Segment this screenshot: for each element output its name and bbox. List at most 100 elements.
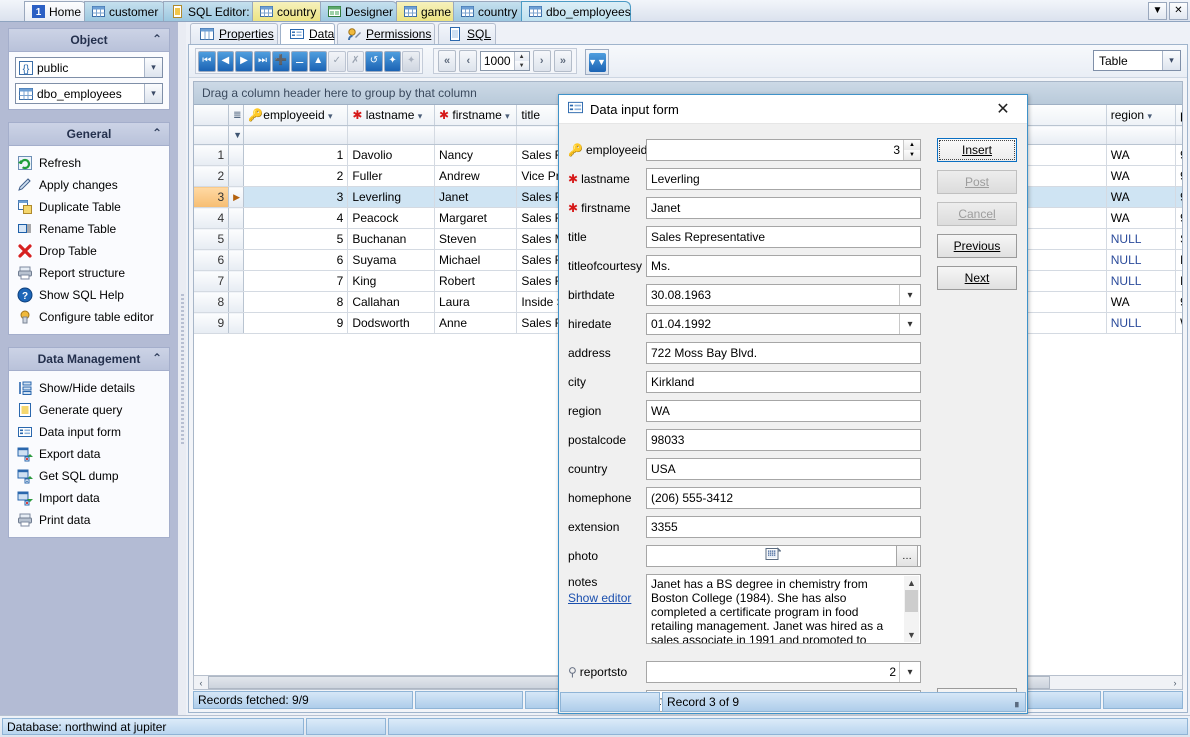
row-limit-input[interactable]: 1000 ▲▼	[480, 51, 529, 71]
input-postalcode[interactable]: 98033	[646, 429, 921, 451]
tab-properties[interactable]: Properties	[190, 23, 278, 44]
input-country[interactable]: USA	[646, 458, 921, 480]
cell-region[interactable]: WA	[1106, 208, 1175, 229]
resize-grip[interactable]: ▖	[1015, 697, 1025, 708]
data-input-form-dialog[interactable]: Data input form ✕ 🔑employeeid 3 ▲▼ ✱last…	[558, 94, 1028, 714]
input-photo[interactable]: …	[646, 545, 921, 567]
filter-lastname[interactable]	[348, 126, 435, 145]
cell-firstname[interactable]: Robert	[434, 271, 516, 292]
chevron-down-icon[interactable]: ▾	[1147, 111, 1152, 121]
filter-postalcode[interactable]	[1176, 126, 1183, 145]
cell-employeeid[interactable]: 1	[244, 145, 348, 166]
filter-region[interactable]	[1106, 126, 1175, 145]
input-firstname[interactable]: Janet	[646, 197, 921, 219]
input-employeeid[interactable]: 3 ▲▼	[646, 139, 921, 161]
column-header-postalcode[interactable]: postalcode ▾	[1176, 105, 1183, 126]
cell-lastname[interactable]: King	[348, 271, 435, 292]
cell-employeeid[interactable]: 8	[244, 292, 348, 313]
tab-customer[interactable]: customer	[84, 1, 166, 21]
page-last-button[interactable]: »	[554, 50, 572, 72]
cell-region[interactable]: WA	[1106, 187, 1175, 208]
input-title[interactable]: Sales Representative	[646, 226, 921, 248]
cell-firstname[interactable]: Janet	[434, 187, 516, 208]
tab-list-dropdown-button[interactable]: ▼	[1148, 2, 1167, 20]
input-homephone[interactable]: (206) 555-3412	[646, 487, 921, 509]
cell-firstname[interactable]: Nancy	[434, 145, 516, 166]
input-city[interactable]: Kirkland	[646, 371, 921, 393]
cell-lastname[interactable]: Leverling	[348, 187, 435, 208]
cell-postalcode[interactable]: SW1 8JR	[1176, 229, 1183, 250]
splitter-grip[interactable]	[181, 294, 184, 444]
cell-firstname[interactable]: Anne	[434, 313, 516, 334]
input-address[interactable]: 722 Moss Bay Blvd.	[646, 342, 921, 364]
sidebar-item-report-structure[interactable]: Report structure	[15, 262, 163, 284]
sidebar-item-show-hide-details[interactable]: Show/Hide details	[15, 377, 163, 399]
tab-sql-editor[interactable]: SQL Editor: ...	[163, 1, 263, 21]
sidebar-item-generate-query[interactable]: Generate query	[15, 399, 163, 421]
cell-lastname[interactable]: Davolio	[348, 145, 435, 166]
scroll-left-button[interactable]: ‹	[194, 676, 208, 689]
chevron-down-icon[interactable]: ▾	[899, 285, 920, 305]
input-reportsto[interactable]: 2 ▾	[646, 661, 921, 683]
chevron-down-icon[interactable]: ▾	[505, 111, 510, 121]
cell-lastname[interactable]: Peacock	[348, 208, 435, 229]
tab-dbo-employees[interactable]: dbo_employees	[521, 1, 631, 21]
general-panel-header[interactable]: General ⌃	[8, 122, 170, 145]
input-notes[interactable]: Janet has a BS degree in chemistry from …	[646, 574, 921, 644]
input-lastname[interactable]: Leverling	[646, 168, 921, 190]
prior-record-button[interactable]: ◀	[217, 51, 235, 72]
cell-lastname[interactable]: Suyama	[348, 250, 435, 271]
sidebar-item-show-sql-help[interactable]: ? Show SQL Help	[15, 284, 163, 306]
sidebar-item-duplicate-table[interactable]: Duplicate Table	[15, 196, 163, 218]
cell-postalcode[interactable]: 98401	[1176, 166, 1183, 187]
notes-scrollbar[interactable]: ▲ ▼	[904, 576, 919, 642]
filter-icon[interactable]: ▼	[229, 126, 244, 145]
cell-lastname[interactable]: Callahan	[348, 292, 435, 313]
sidebar-item-print-data[interactable]: Print data	[15, 509, 163, 531]
view-mode-combo[interactable]: Table ▾	[1093, 50, 1181, 71]
cell-lastname[interactable]: Dodsworth	[348, 313, 435, 334]
cell-employeeid[interactable]: 7	[244, 271, 348, 292]
dialog-close-button[interactable]: ✕	[983, 96, 1023, 122]
photo-browse-button[interactable]: …	[896, 545, 918, 567]
input-birthdate[interactable]: 30.08.1963 ▾	[646, 284, 921, 306]
column-header-lastname[interactable]: ✱ lastname ▾	[348, 105, 435, 126]
dialog-title-bar[interactable]: Data input form ✕	[559, 95, 1027, 124]
sidebar-item-configure-table-editor[interactable]: Configure table editor	[15, 306, 163, 328]
filter-firstname[interactable]	[434, 126, 516, 145]
next-button[interactable]: Next	[937, 266, 1017, 290]
cell-employeeid[interactable]: 6	[244, 250, 348, 271]
cell-region[interactable]: NULL	[1106, 229, 1175, 250]
cell-employeeid[interactable]: 4	[244, 208, 348, 229]
chevron-down-icon[interactable]: ▾	[328, 111, 333, 121]
sidebar-item-import-data[interactable]: Import data	[15, 487, 163, 509]
column-header-region[interactable]: region ▾	[1106, 105, 1175, 126]
data-management-panel-header[interactable]: Data Management ⌃	[8, 347, 170, 370]
tab-data[interactable]: Data	[280, 23, 335, 44]
edit-record-button[interactable]: ▲	[309, 51, 327, 72]
collapse-icon[interactable]: ⌃	[152, 126, 162, 140]
input-hiredate[interactable]: 01.04.1992 ▾	[646, 313, 921, 335]
column-header-employeeid[interactable]: 🔑employeeid ▾	[244, 105, 348, 126]
scroll-down-icon[interactable]: ▼	[907, 628, 916, 642]
cell-region[interactable]: WA	[1106, 292, 1175, 313]
sidebar-item-refresh[interactable]: Refresh	[15, 152, 163, 174]
table-combo[interactable]: dbo_employees ▾	[15, 83, 163, 104]
cell-firstname[interactable]: Laura	[434, 292, 516, 313]
previous-button[interactable]: Previous	[937, 234, 1017, 258]
row-limit-spinner[interactable]: ▲▼	[514, 52, 529, 70]
sidebar-item-get-sql-dump[interactable]: Get SQL dump	[15, 465, 163, 487]
fetch-all-button[interactable]: ▼▼	[585, 49, 609, 75]
cell-region[interactable]: NULL	[1106, 313, 1175, 334]
cell-lastname[interactable]: Fuller	[348, 166, 435, 187]
cell-postalcode[interactable]: 98122	[1176, 145, 1183, 166]
cell-employeeid[interactable]: 3	[244, 187, 348, 208]
chevron-down-icon[interactable]: ▾	[144, 58, 162, 77]
cell-employeeid[interactable]: 5	[244, 229, 348, 250]
sidebar-item-apply-changes[interactable]: Apply changes	[15, 174, 163, 196]
cell-postalcode[interactable]: 98033	[1176, 187, 1183, 208]
insert-button[interactable]: Insert	[937, 138, 1017, 162]
schema-combo[interactable]: {} public ▾	[15, 57, 163, 78]
cell-postalcode[interactable]: 98052	[1176, 208, 1183, 229]
collapse-icon[interactable]: ⌃	[152, 351, 162, 365]
